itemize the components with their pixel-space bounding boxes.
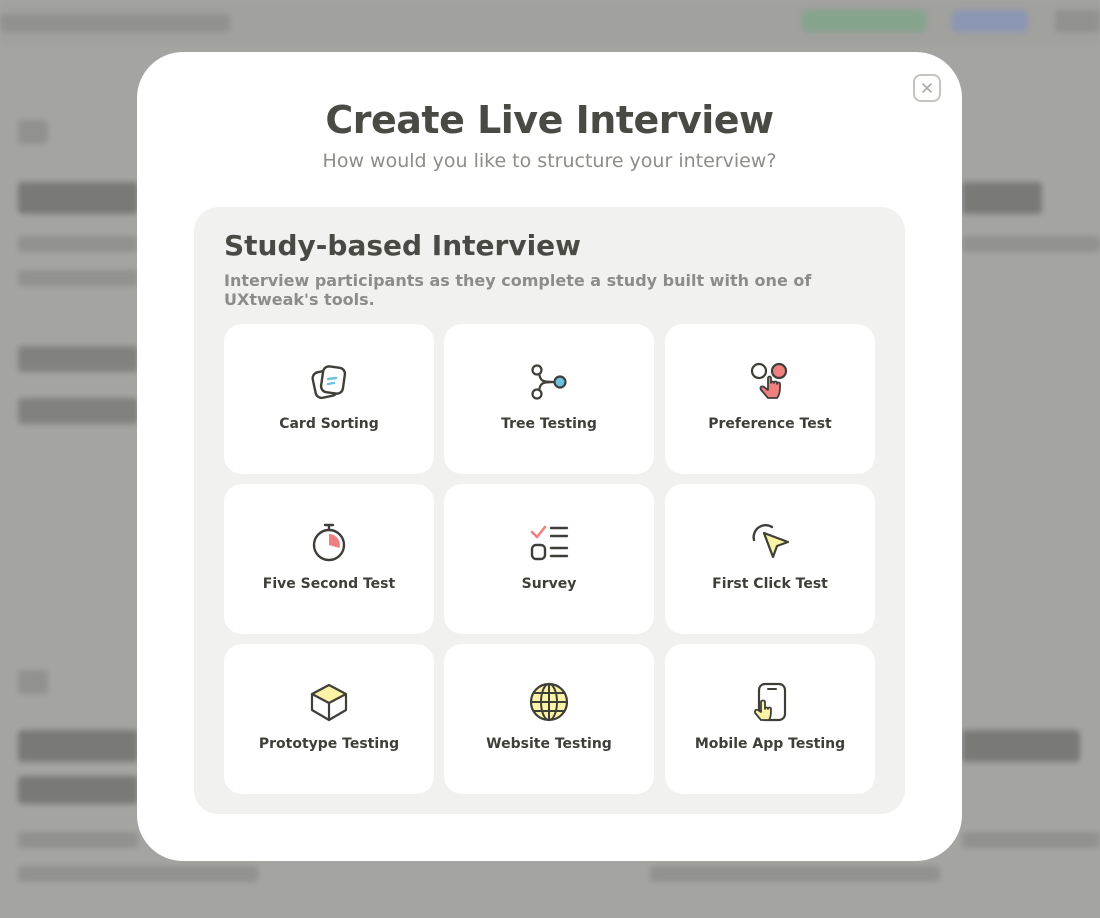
tool-card-card-sorting[interactable]: Card Sorting xyxy=(224,324,434,474)
create-live-interview-dialog: Create Live Interview How would you like… xyxy=(137,52,962,861)
survey-icon xyxy=(530,525,569,561)
box-icon xyxy=(310,683,348,722)
study-based-interview-panel: Study-based Interview Interview particip… xyxy=(194,207,905,814)
tool-card-preference-test[interactable]: Preference Test xyxy=(665,324,875,474)
dialog-title: Create Live Interview xyxy=(325,98,774,142)
cursor-click-icon xyxy=(752,524,790,559)
stopwatch-icon xyxy=(312,523,346,562)
tool-card-first-click-test[interactable]: First Click Test xyxy=(665,484,875,634)
mobile-tap-icon xyxy=(754,682,787,722)
globe-icon xyxy=(529,682,569,722)
card-sorting-icon xyxy=(311,365,347,400)
tool-label: Website Testing xyxy=(486,736,612,752)
tool-label: Card Sorting xyxy=(279,416,379,432)
close-icon xyxy=(922,83,932,93)
tool-card-five-second-test[interactable]: Five Second Test xyxy=(224,484,434,634)
preference-test-icon xyxy=(750,362,788,399)
tool-label: Mobile App Testing xyxy=(694,736,846,752)
tool-label: Prototype Testing xyxy=(258,736,400,752)
tool-label: First Click Test xyxy=(712,576,828,592)
section-title: Study-based Interview xyxy=(224,229,582,262)
section-description: Interview participants as they complete … xyxy=(224,271,812,309)
tool-label: Tree Testing xyxy=(501,416,597,432)
tool-card-website-testing[interactable]: Website Testing xyxy=(444,644,654,794)
tool-label: Preference Test xyxy=(708,416,832,432)
dialog-subtitle: How would you like to structure your int… xyxy=(322,150,777,172)
tool-label: Five Second Test xyxy=(262,576,396,592)
tool-card-mobile-app-testing[interactable]: Mobile App Testing xyxy=(665,644,875,794)
tool-card-survey[interactable]: Survey xyxy=(444,484,654,634)
tool-label: Survey xyxy=(521,576,577,592)
tool-card-tree-testing[interactable]: Tree Testing xyxy=(444,324,654,474)
tool-card-prototype-testing[interactable]: Prototype Testing xyxy=(224,644,434,794)
tree-testing-icon xyxy=(531,364,567,400)
